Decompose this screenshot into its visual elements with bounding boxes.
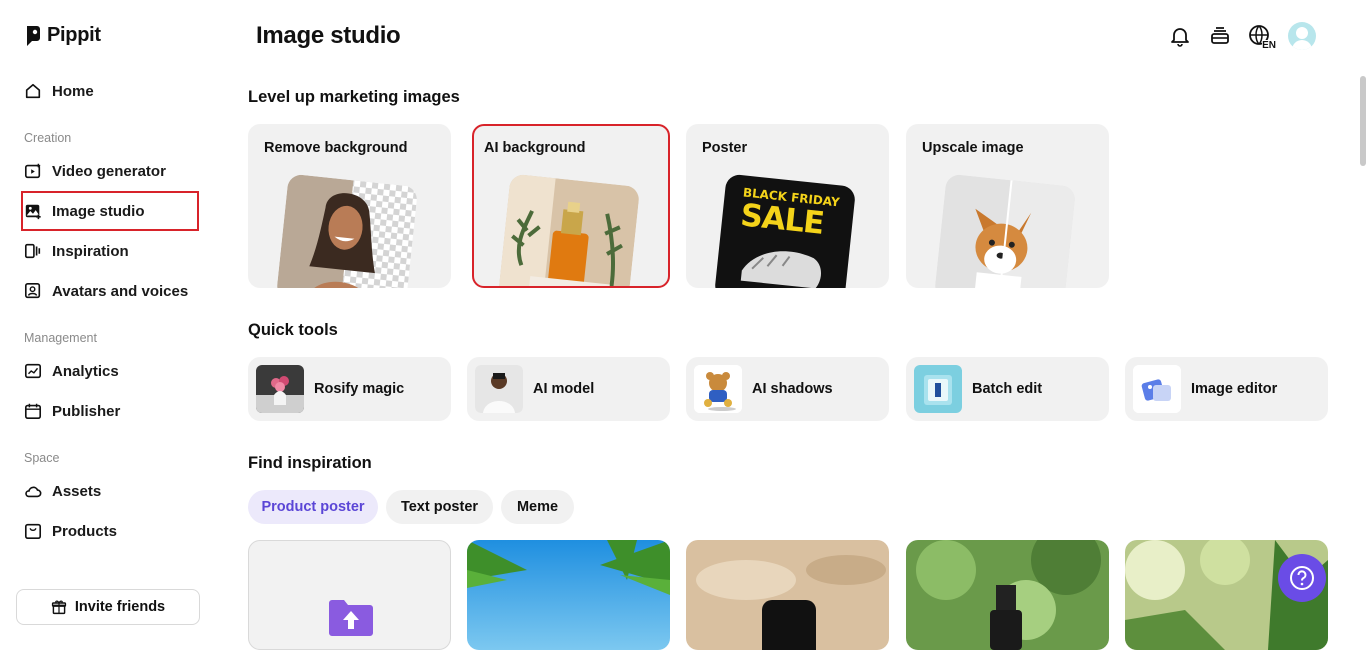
sidebar-item-products[interactable]: Products	[24, 519, 117, 543]
sidebar-item-avatars[interactable]: Avatars and voices	[24, 279, 188, 303]
sidebar: Pippit Home Creation Video generator Ima…	[0, 0, 216, 641]
chip-product-poster[interactable]: Product poster	[248, 490, 378, 524]
sidebar-item-label: Assets	[52, 482, 102, 500]
section-management: Management	[24, 331, 97, 345]
inspiration-icon	[24, 243, 41, 259]
card-title: Upscale image	[922, 140, 1024, 156]
scrollbar[interactable]	[1360, 76, 1366, 166]
user-avatar[interactable]	[1288, 22, 1316, 50]
sidebar-item-label: Inspiration	[52, 242, 129, 260]
sidebar-item-label: Home	[52, 82, 94, 100]
image-editor-thumbnail	[1133, 365, 1181, 413]
box-icon	[24, 523, 42, 540]
tool-label: AI shadows	[752, 381, 833, 397]
sidebar-item-video-generator[interactable]: Video generator	[24, 159, 166, 183]
marketing-heading: Level up marketing images	[248, 88, 460, 106]
ai-shadows-thumbnail	[694, 365, 742, 413]
sidebar-item-inspiration[interactable]: Inspiration	[24, 239, 129, 263]
brand-name: Pippit	[47, 24, 101, 46]
rosify-thumbnail	[256, 365, 304, 413]
credits-icon[interactable]	[1208, 24, 1232, 48]
inspiration-item-1[interactable]	[467, 540, 670, 650]
card-title: AI background	[484, 140, 586, 156]
inspiration-item-3[interactable]	[906, 540, 1109, 650]
image-studio-icon	[25, 204, 41, 220]
language-code: EN	[1262, 40, 1276, 51]
section-space: Space	[24, 451, 60, 465]
sidebar-item-label: Image studio	[52, 202, 145, 220]
sidebar-item-label: Video generator	[52, 162, 166, 180]
page-title: Image studio	[256, 22, 401, 49]
sidebar-item-publisher[interactable]: Publisher	[24, 399, 120, 423]
inspiration-heading: Find inspiration	[248, 454, 372, 472]
tool-label: Rosify magic	[314, 381, 405, 397]
home-icon	[25, 83, 41, 99]
upload-card[interactable]	[248, 540, 451, 650]
pippit-logo-icon	[27, 25, 40, 46]
upload-folder-icon	[329, 600, 373, 636]
header-actions: EN	[1168, 22, 1316, 51]
upscale-image	[933, 173, 1077, 288]
ai-model-thumbnail	[475, 365, 523, 413]
card-ai-background[interactable]: AI background	[472, 124, 670, 288]
sidebar-item-label: Avatars and voices	[52, 282, 189, 300]
question-icon	[1290, 566, 1314, 590]
card-upscale-image[interactable]: Upscale image	[906, 124, 1109, 288]
quick-tools-heading: Quick tools	[248, 321, 338, 339]
sidebar-item-home[interactable]: Home	[24, 79, 94, 103]
sidebar-item-label: Products	[52, 522, 118, 540]
sidebar-item-image-studio[interactable]: Image studio	[24, 199, 145, 223]
ai-background-image	[497, 173, 641, 286]
cloud-icon	[25, 486, 42, 498]
avatar-icon	[24, 282, 41, 299]
pippit-logo[interactable]: Pippit	[25, 24, 101, 47]
gift-icon	[51, 600, 66, 615]
tool-label: Batch edit	[972, 381, 1043, 397]
sidebar-item-analytics[interactable]: Analytics	[24, 359, 119, 383]
section-creation: Creation	[24, 131, 72, 145]
remove-background-image	[275, 173, 419, 288]
help-button[interactable]	[1278, 554, 1326, 602]
card-poster[interactable]: Poster BLACK FRIDAY SALE	[686, 124, 889, 288]
batch-edit-thumbnail	[914, 365, 962, 413]
card-remove-background[interactable]: Remove background	[248, 124, 451, 288]
bell-icon[interactable]	[1168, 24, 1192, 48]
analytics-icon	[24, 363, 42, 379]
poster-image: BLACK FRIDAY SALE	[713, 173, 857, 288]
tool-label: AI model	[533, 381, 595, 397]
card-title: Poster	[702, 140, 748, 156]
tool-rosify-magic[interactable]: Rosify magic	[248, 357, 451, 421]
language-button[interactable]: EN	[1248, 24, 1276, 51]
invite-friends-button[interactable]: Invite friends	[16, 589, 200, 625]
tool-label: Image editor	[1191, 381, 1278, 397]
chip-meme[interactable]: Meme	[501, 490, 574, 524]
sidebar-item-assets[interactable]: Assets	[24, 479, 101, 503]
calendar-icon	[24, 403, 42, 420]
tool-ai-shadows[interactable]: AI shadows	[686, 357, 889, 421]
tool-ai-model[interactable]: AI model	[467, 357, 670, 421]
chip-text-poster[interactable]: Text poster	[386, 490, 493, 524]
sidebar-item-label: Publisher	[52, 402, 121, 420]
invite-label: Invite friends	[74, 599, 166, 615]
sidebar-item-label: Analytics	[52, 362, 119, 380]
tool-batch-edit[interactable]: Batch edit	[906, 357, 1109, 421]
inspiration-item-2[interactable]	[686, 540, 889, 650]
card-title: Remove background	[264, 140, 408, 156]
video-generator-icon	[24, 163, 41, 179]
tool-image-editor[interactable]: Image editor	[1125, 357, 1328, 421]
